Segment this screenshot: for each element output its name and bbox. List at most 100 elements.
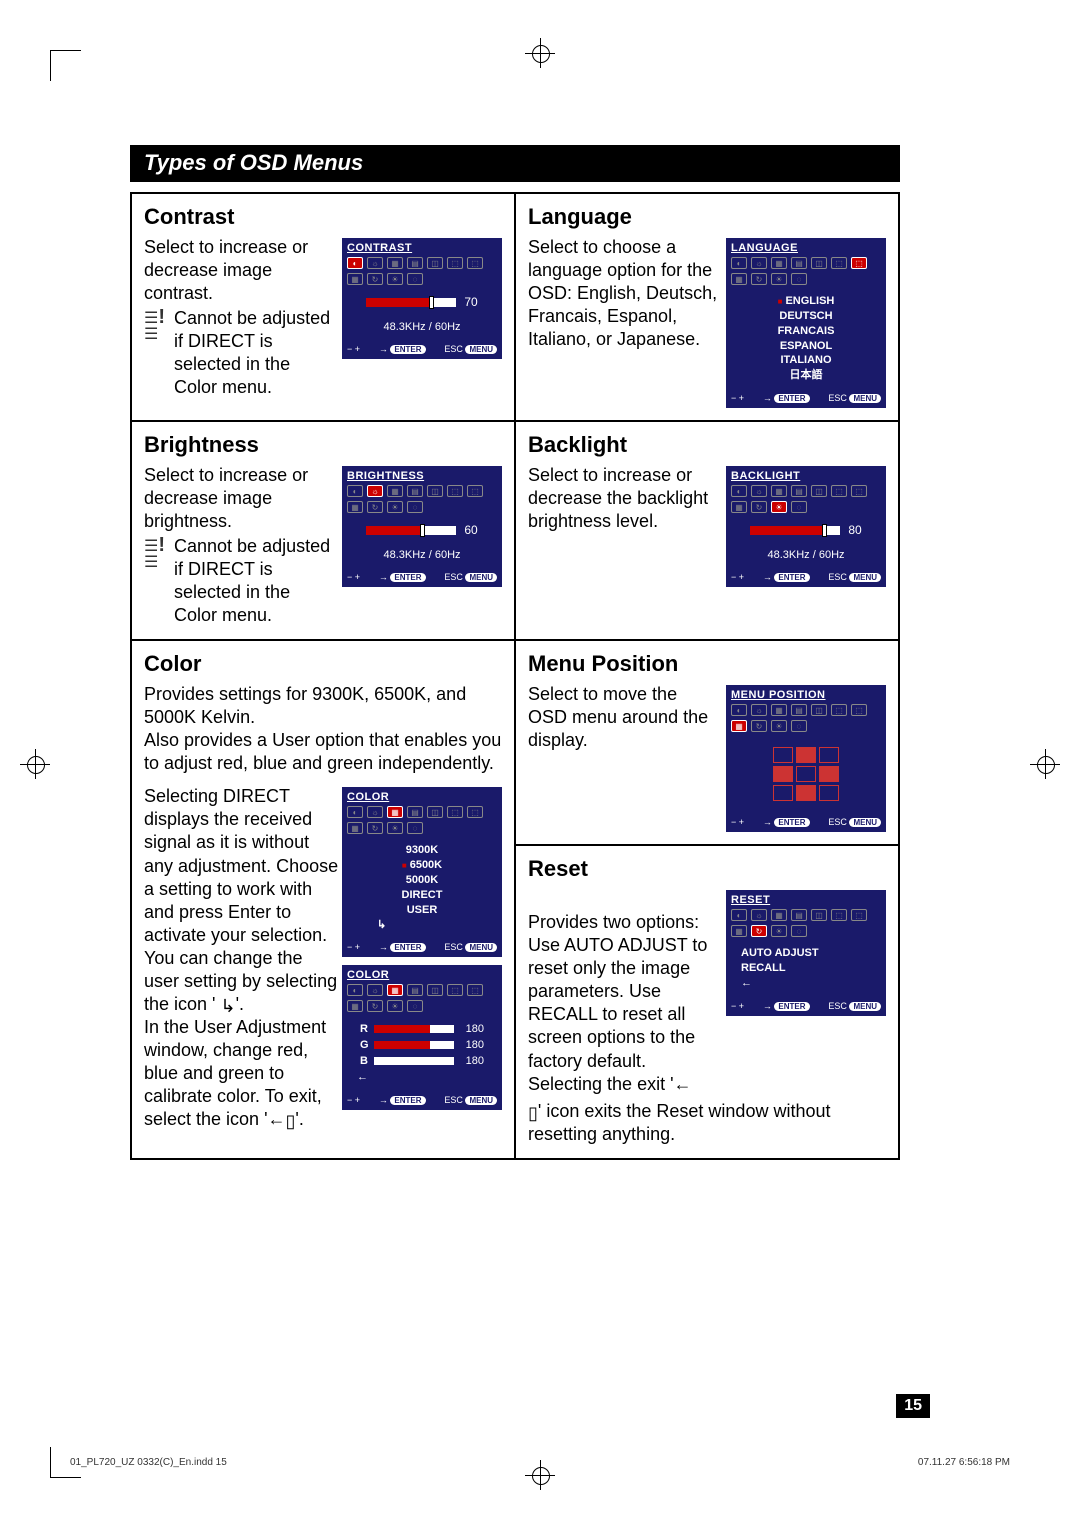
cell-brightness: Brightness Select to increase or decreas…: [131, 421, 515, 640]
osd-icon-row: ◐☼▦▤◫⬚ ⬚▦↻☀◌: [347, 257, 497, 285]
brightness-title: Brightness: [144, 432, 502, 458]
contrast-body: Select to increase or decrease image con…: [144, 236, 334, 305]
brightness-body: Select to increase or decrease image bri…: [144, 464, 334, 533]
lang-item[interactable]: ENGLISH: [731, 294, 881, 309]
osd-status: 48.3KHz / 60Hz: [347, 321, 497, 333]
color-title: Color: [144, 651, 502, 677]
osd-brightness: BRIGHTNESS ◐☼▦▤◫⬚ ⬚▦↻☀◌ 60 48.3KHz / 60H…: [342, 466, 502, 587]
lang-item[interactable]: 日本語: [731, 368, 881, 383]
color-item[interactable]: USER: [347, 903, 497, 918]
color-body1: Selecting DIRECT displays the received s…: [144, 785, 339, 1130]
osd-reset-list[interactable]: AUTO ADJUST RECALL ←: [731, 940, 881, 997]
cell-reset: Reset Provides two options: Use AUTO ADJ…: [515, 845, 899, 1158]
osd-icon-row: ◐☼▦▤◫⬚ ⬚▦↻☀◌: [347, 485, 497, 513]
osd-value: 70: [464, 295, 477, 309]
osd-menupos: MENU POSITION ◐☼▦▤◫⬚ ⬚▦↻☀◌ − + → ENTER E…: [726, 685, 886, 832]
crop-mark-tl: [50, 50, 81, 81]
osd-icon-row: ◐☼▦▤◫⬚ ⬚▦↻☀◌: [347, 806, 497, 834]
note-icon: ☰!☰: [144, 535, 174, 571]
lang-item[interactable]: FRANCAIS: [731, 324, 881, 339]
osd-language: LANGUAGE ◐☼▦▤◫⬚ ⬚▦↻☀◌ ENGLISH DEUTSCH FR…: [726, 238, 886, 408]
osd-color-rgb-title: COLOR: [347, 969, 497, 981]
osd-footer: − + → ENTER ESC MENU: [347, 1095, 497, 1105]
registration-top: [525, 38, 555, 68]
contrast-note-text: Cannot be adjusted if DIRECT is selected…: [174, 307, 334, 399]
osd-footer: − + → ENTER ESC MENU: [347, 344, 497, 354]
color-item[interactable]: 5000K: [347, 873, 497, 888]
cell-color: Color Provides settings for 9300K, 6500K…: [131, 640, 515, 1158]
osd-reset: RESET ◐☼▦▤◫⬚ ⬚▦↻☀◌ AUTO ADJUST RECALL ← …: [726, 890, 886, 1016]
osd-menupos-title: MENU POSITION: [731, 689, 881, 701]
osd-icon-row: ◐☼▦▤◫⬚ ⬚▦↻☀◌: [731, 257, 881, 285]
exit-icon: ▯: [286, 1112, 296, 1130]
footer-right: 07.11.27 6:56:18 PM: [918, 1457, 1010, 1468]
reset-body-col: Provides two options: Use AUTO ADJUST to…: [528, 888, 723, 1095]
brightness-note-text: Cannot be adjusted if DIRECT is selected…: [174, 535, 334, 627]
osd-status: 48.3KHz / 60Hz: [731, 549, 881, 561]
osd-footer: − + → ENTER ESC MENU: [347, 942, 497, 952]
osd-slider[interactable]: 70: [347, 295, 497, 309]
lang-item[interactable]: DEUTSCH: [731, 309, 881, 324]
cell-language: Language Select to choose a language opt…: [515, 193, 899, 421]
language-title: Language: [528, 204, 886, 230]
contrast-note: ☰!☰ Cannot be adjusted if DIRECT is sele…: [144, 305, 334, 399]
enter-icon: ↳: [221, 997, 236, 1015]
reset-item[interactable]: AUTO ADJUST: [741, 946, 881, 961]
cell-backlight: Backlight Select to increase or decrease…: [515, 421, 899, 640]
osd-pos-body[interactable]: [731, 735, 881, 813]
position-grid[interactable]: [773, 747, 839, 801]
menupos-title: Menu Position: [528, 651, 886, 677]
osd-color-list: COLOR ◐☼▦▤◫⬚ ⬚▦↻☀◌ 9300K 6500K 5000K DIR…: [342, 787, 502, 957]
brightness-note: ☰!☰ Cannot be adjusted if DIRECT is sele…: [144, 533, 334, 627]
brightness-text: Select to increase or decrease image bri…: [144, 464, 334, 627]
lang-item[interactable]: ESPANOL: [731, 339, 881, 354]
osd-slider[interactable]: 80: [731, 523, 881, 537]
reset-title: Reset: [528, 856, 886, 882]
osd-color-items[interactable]: 9300K 6500K 5000K DIRECT USER ↳: [347, 837, 497, 938]
contrast-title: Contrast: [144, 204, 502, 230]
language-text: Select to choose a language option for t…: [528, 236, 718, 351]
osd-grid: Contrast Select to increase or decrease …: [130, 192, 900, 1160]
lang-item[interactable]: ITALIANO: [731, 353, 881, 368]
registration-bottom: [525, 1460, 555, 1490]
osd-icon-row: ◐☼▦▤◫⬚ ⬚▦↻☀◌: [731, 909, 881, 937]
color-intro: Provides settings for 9300K, 6500K, and …: [144, 683, 502, 775]
osd-icon-row: ◐☼▦▤◫⬚ ⬚▦↻☀◌: [731, 485, 881, 513]
color-item[interactable]: 6500K: [347, 858, 497, 873]
osd-footer: − + → ENTER ESC MENU: [731, 572, 881, 582]
osd-backlight-title: BACKLIGHT: [731, 470, 881, 482]
osd-language-list[interactable]: ENGLISH DEUTSCH FRANCAIS ESPANOL ITALIAN…: [731, 288, 881, 389]
page-number: 15: [896, 1394, 930, 1418]
osd-footer: − + → ENTER ESC MENU: [731, 817, 881, 827]
backlight-body: Select to increase or decrease the backl…: [528, 464, 718, 533]
language-body: Select to choose a language option for t…: [528, 236, 718, 351]
back-icon[interactable]: ←: [357, 1071, 368, 1083]
osd-footer: − + → ENTER ESC MENU: [731, 1001, 881, 1011]
exit-icon: ▯: [528, 1104, 538, 1122]
cell-contrast: Contrast Select to increase or decrease …: [131, 193, 515, 421]
page-content: Types of OSD Menus Contrast Select to in…: [130, 145, 900, 1160]
osd-contrast: CONTRAST ◐☼▦▤◫⬚ ⬚▦↻☀◌ 70 48.3KHz / 60Hz …: [342, 238, 502, 359]
osd-slider[interactable]: 60: [347, 523, 497, 537]
color-item[interactable]: 9300K: [347, 843, 497, 858]
backlight-text: Select to increase or decrease the backl…: [528, 464, 718, 533]
registration-right: [1030, 749, 1060, 779]
osd-brightness-title: BRIGHTNESS: [347, 470, 497, 482]
osd-footer: − + → ENTER ESC MENU: [731, 393, 881, 403]
osd-footer: − + → ENTER ESC MENU: [347, 572, 497, 582]
reset-item-back[interactable]: ←: [741, 976, 881, 991]
osd-icon-row: ◐☼▦▤◫⬚ ⬚▦↻☀◌: [347, 984, 497, 1012]
note-icon: ☰!☰: [144, 307, 174, 343]
osd-icon-row: ◐☼▦▤◫⬚ ⬚▦↻☀◌: [731, 704, 881, 732]
osd-color-title: COLOR: [347, 791, 497, 803]
footer-left: 01_PL720_UZ 0332(C)_En.indd 15: [70, 1457, 227, 1468]
registration-left: [20, 749, 50, 779]
color-item-enter[interactable]: ↳: [347, 918, 497, 933]
osd-reset-title: RESET: [731, 894, 881, 906]
color-item[interactable]: DIRECT: [347, 888, 497, 903]
backlight-title: Backlight: [528, 432, 886, 458]
osd-rgb[interactable]: R180 G180 B180 ←: [347, 1015, 497, 1091]
osd-language-title: LANGUAGE: [731, 242, 881, 254]
cell-menupos: Menu Position Select to move the OSD men…: [515, 640, 899, 845]
reset-item[interactable]: RECALL: [741, 961, 881, 976]
